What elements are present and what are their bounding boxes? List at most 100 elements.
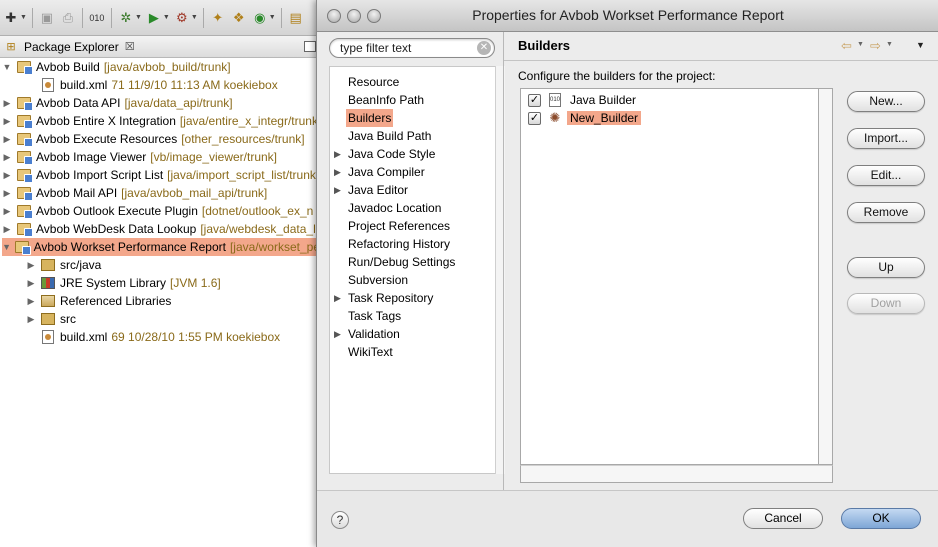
external-tools-icon[interactable]: ⚙ (173, 9, 191, 27)
collapsed-arrow-icon[interactable]: ▶ (334, 289, 341, 307)
collapsed-arrow-icon[interactable]: ▶ (334, 145, 341, 163)
tree-row[interactable]: ▶ src/java (26, 256, 102, 274)
page-item[interactable]: Project References (330, 217, 494, 235)
tree-row[interactable]: ▶ Avbob Image Viewer [vb/image_viewer/trun… (2, 148, 277, 166)
collapsed-arrow-icon[interactable]: ▶ (2, 188, 12, 199)
collapsed-arrow-icon[interactable]: ▶ (2, 98, 12, 109)
builder-row[interactable]: ✓ ✺ New_Builder (523, 109, 642, 127)
collapsed-arrow-icon[interactable]: ▶ (334, 325, 341, 343)
tree-row[interactable]: ▶ Avbob Entire X Integration [java/entire_… (2, 112, 320, 130)
collapsed-arrow-icon[interactable]: ▶ (2, 224, 12, 235)
collapsed-arrow-icon[interactable]: ▶ (26, 296, 36, 307)
forward-dropdown-icon[interactable]: ▼ (886, 41, 893, 48)
tree-row[interactable]: ▶ Referenced Libraries (26, 292, 172, 310)
new-package-icon[interactable]: ❖ (230, 9, 248, 27)
collapsed-arrow-icon[interactable]: ▶ (2, 170, 12, 181)
tree-row[interactable]: build.xml 71 11/9/10 11:13 AM koekiebox (26, 76, 278, 94)
expanded-arrow-icon[interactable]: ▼ (2, 242, 11, 252)
page-item[interactable]: Run/Debug Settings (330, 253, 494, 271)
view-menu-icon[interactable]: ▼ (916, 40, 925, 50)
page-item[interactable]: ▶ Task Repository (330, 289, 494, 307)
collapsed-arrow-icon[interactable]: ▶ (2, 152, 12, 163)
tree-row[interactable]: ▼ Avbob Workset Performance Report [java/w… (2, 238, 320, 256)
page-item[interactable]: Javadoc Location (330, 199, 494, 217)
minimize-view-icon[interactable] (304, 41, 316, 52)
new-builder-button[interactable]: New... (847, 91, 925, 112)
builders-horizontal-scrollbar[interactable] (520, 465, 833, 483)
page-item[interactable]: ▶ Java Editor (330, 181, 494, 199)
collapsed-arrow-icon[interactable]: ▶ (334, 163, 341, 181)
remove-builder-button[interactable]: Remove (847, 202, 925, 223)
new-class-icon[interactable]: ◉ (251, 9, 269, 27)
new-class-dropdown-icon[interactable]: ▼ (269, 14, 276, 21)
new-icon[interactable]: ✚ (2, 9, 20, 27)
binary-icon[interactable]: 010 (88, 9, 106, 27)
page-item[interactable]: WikiText (330, 343, 494, 361)
package-explorer-tree[interactable]: ▼ Avbob Build [java/avbob_build/trunk] buil… (0, 58, 320, 547)
page-item[interactable]: Java Build Path (330, 127, 494, 145)
page-item[interactable]: ▶ Validation (330, 325, 494, 343)
collapsed-arrow-icon[interactable]: ▶ (26, 260, 36, 271)
run-icon[interactable]: ▶ (145, 9, 163, 27)
back-dropdown-icon[interactable]: ▼ (857, 41, 864, 48)
external-tools-dropdown-icon[interactable]: ▼ (191, 14, 198, 21)
page-item[interactable]: Builders (330, 109, 494, 127)
builder-enabled-checkbox[interactable]: ✓ (528, 111, 541, 125)
tree-row[interactable]: ▶ Avbob Import Script List [java/import_sc… (2, 166, 319, 184)
save-icon[interactable]: ▣ (38, 9, 56, 27)
builder-row[interactable]: ✓ 010 Java Builder (523, 91, 639, 109)
forward-arrow-icon[interactable]: ⇨ (870, 38, 881, 54)
tree-row[interactable]: ▶ JRE System Library [JVM 1.6] (26, 274, 221, 292)
collapsed-arrow-icon[interactable]: ▶ (26, 278, 36, 289)
ok-button[interactable]: OK (841, 508, 921, 529)
page-item[interactable]: BeanInfo Path (330, 91, 494, 109)
page-item[interactable]: Refactoring History (330, 235, 494, 253)
tree-row[interactable]: ▶ src (26, 310, 76, 328)
tree-row[interactable]: ▶ Avbob Execute Resources [other_resources… (2, 130, 305, 148)
page-item[interactable]: Resource (330, 73, 494, 91)
collapsed-arrow-icon[interactable]: ▶ (2, 134, 12, 145)
tree-row[interactable]: ▶ Avbob Outlook Execute Plugin [dotnet/out… (2, 202, 313, 220)
tree-row[interactable]: ▶ Avbob Mail API [java/avbob_mail_api/trun… (2, 184, 267, 202)
debug-icon[interactable]: ✲ (117, 9, 135, 27)
tree-row[interactable]: ▼ Avbob Build [java/avbob_build/trunk] (2, 58, 231, 76)
dialog-titlebar[interactable]: Properties for Avbob Workset Performance… (317, 0, 938, 32)
open-type-icon[interactable]: ▤ (287, 9, 305, 27)
collapsed-arrow-icon[interactable]: ▶ (2, 206, 12, 217)
collapsed-arrow-icon[interactable]: ▶ (334, 181, 341, 199)
builders-vertical-scrollbar[interactable] (819, 88, 833, 465)
help-button[interactable]: ? (331, 511, 349, 529)
move-down-button[interactable]: Down (847, 293, 925, 314)
filter-input[interactable] (329, 38, 495, 58)
expanded-arrow-icon[interactable]: ▼ (2, 62, 12, 72)
close-view-icon[interactable]: ☒ (125, 40, 135, 53)
back-arrow-icon[interactable]: ⇦ (841, 38, 852, 54)
edit-builder-button[interactable]: Edit... (847, 165, 925, 186)
tree-row[interactable]: build.xml 69 10/28/10 1:55 PM koekiebox (26, 328, 280, 346)
tree-row[interactable]: ▶ Avbob WebDesk Data Lookup [java/webdesk_… (2, 220, 320, 238)
run-dropdown-icon[interactable]: ▼ (163, 14, 170, 21)
move-up-button[interactable]: Up (847, 257, 925, 278)
package-explorer-title[interactable]: Package Explorer (24, 40, 119, 54)
collapsed-arrow-icon[interactable]: ▶ (26, 314, 36, 325)
page-item[interactable]: ▶ Java Code Style (330, 145, 494, 163)
builder-enabled-checkbox[interactable]: ✓ (528, 93, 541, 107)
close-window-icon[interactable] (327, 9, 341, 23)
cancel-button[interactable]: Cancel (743, 508, 823, 529)
tree-row[interactable]: ▶ Avbob Data API [java/data_api/trunk] (2, 94, 233, 112)
builders-list[interactable]: ✓ 010 Java Builder ✓ ✺ New_Builder (520, 88, 819, 465)
debug-dropdown-icon[interactable]: ▼ (135, 14, 142, 21)
page-item[interactable]: Subversion (330, 271, 494, 289)
pane-divider[interactable] (503, 32, 504, 490)
clear-filter-icon[interactable]: ✕ (477, 41, 491, 55)
new-dropdown-icon[interactable]: ▼ (20, 14, 27, 21)
import-builder-button[interactable]: Import... (847, 128, 925, 149)
property-pages-tree[interactable]: Resource BeanInfo Path Builders Java Build … (329, 66, 495, 474)
page-item[interactable]: ▶ Java Compiler (330, 163, 494, 181)
new-java-project-icon[interactable]: ✦ (209, 9, 227, 27)
page-item[interactable]: Task Tags (330, 307, 494, 325)
collapsed-arrow-icon[interactable]: ▶ (2, 116, 12, 127)
print-icon[interactable]: ⎙ (59, 9, 77, 27)
minimize-window-icon[interactable] (347, 9, 361, 23)
project-icon-glyph (17, 205, 33, 219)
